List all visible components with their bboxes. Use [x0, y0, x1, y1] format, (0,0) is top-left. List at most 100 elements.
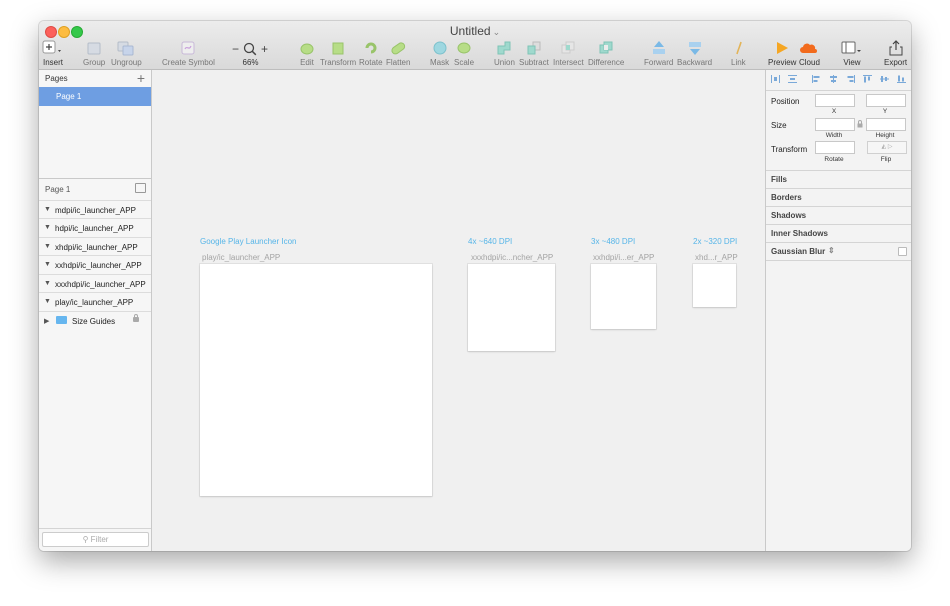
align-middle-icon[interactable] — [880, 75, 889, 83]
gaussian-blur-section[interactable]: Gaussian Blur ⇕ — [766, 242, 911, 261]
create-symbol-button[interactable]: Create Symbol — [162, 38, 215, 67]
artboard-subtitle: xxxhdpi/ic...ncher_APP — [471, 253, 554, 262]
app-window: Untitled ⌄ Insert Group Ungroup Create Sy… — [39, 21, 911, 551]
ungroup-button[interactable]: Ungroup — [111, 38, 142, 67]
distribute-vertical-icon[interactable] — [788, 75, 797, 83]
flatten-label: Flatten — [386, 58, 411, 67]
height-field[interactable] — [866, 118, 906, 131]
inspector-panel: Position X Y Size Width Height Transform… — [765, 70, 911, 551]
distribute-horizontal-icon[interactable] — [771, 75, 780, 83]
difference-button[interactable]: Difference — [588, 38, 624, 67]
lock-icon[interactable] — [133, 314, 139, 322]
borders-section[interactable]: Borders — [766, 188, 911, 206]
disclosure-closed-icon[interactable]: ▶ — [44, 317, 49, 325]
chevron-updown-icon[interactable]: ⇕ — [828, 246, 835, 255]
filter-placeholder: Filter — [90, 535, 109, 544]
zoom-out-button[interactable]: − — [232, 42, 239, 56]
gaussian-blur-checkbox[interactable] — [898, 247, 907, 256]
x-field[interactable] — [815, 94, 855, 107]
share-icon — [889, 40, 903, 56]
filter-bar: ⚲ Filter — [39, 528, 151, 551]
collapse-layers-icon[interactable] — [135, 183, 146, 193]
alignment-bar — [766, 70, 911, 91]
artboard-title[interactable]: 3x ~480 DPI — [591, 237, 635, 246]
flatten-button[interactable]: Flatten — [386, 38, 410, 67]
artboard-title[interactable]: 4x ~640 DPI — [468, 237, 512, 246]
artboard[interactable] — [200, 264, 432, 496]
filter-input[interactable]: ⚲ Filter — [42, 532, 149, 547]
canvas[interactable]: Google Play Launcher Icon play/ic_launch… — [152, 70, 765, 551]
shadows-section[interactable]: Shadows — [766, 206, 911, 224]
y-field[interactable] — [866, 94, 906, 107]
cloud-icon — [800, 43, 818, 53]
disclosure-open-icon[interactable]: ▼ — [44, 243, 51, 250]
disclosure-open-icon[interactable]: ▼ — [44, 261, 51, 268]
align-bottom-icon[interactable] — [897, 75, 906, 83]
transform-button[interactable]: Transform — [320, 38, 356, 67]
layer-label: play/ic_launcher_APP — [55, 298, 134, 307]
view-button[interactable]: View — [841, 38, 863, 67]
disclosure-open-icon[interactable]: ▼ — [44, 206, 51, 213]
ungroup-icon — [117, 41, 134, 56]
disclosure-open-icon[interactable]: ▼ — [44, 280, 51, 287]
pages-header[interactable]: Pages — [45, 74, 68, 83]
scale-button[interactable]: Scale — [454, 38, 474, 67]
inner-shadows-label: Inner Shadows — [771, 229, 828, 238]
rotate-button[interactable]: Rotate — [359, 38, 383, 67]
layer-row[interactable]: ▼ mdpi/ic_launcher_APP — [39, 200, 151, 219]
inner-shadows-section[interactable]: Inner Shadows — [766, 224, 911, 242]
group-button[interactable]: Group — [83, 38, 105, 67]
fills-section[interactable]: Fills — [766, 170, 911, 188]
export-button[interactable]: Export — [884, 38, 907, 67]
backward-button[interactable]: Backward — [677, 38, 712, 67]
insert-button[interactable]: Insert — [42, 38, 64, 67]
align-left-icon[interactable] — [812, 75, 821, 83]
layer-row-folder[interactable]: ▶ Size Guides — [39, 311, 151, 330]
flip-control[interactable]: ◭ ▷ — [867, 141, 907, 154]
rotate-field[interactable] — [815, 141, 855, 154]
layer-row[interactable]: ▼ play/ic_launcher_APP — [39, 292, 151, 311]
artboard[interactable] — [591, 264, 656, 329]
fills-label: Fills — [771, 175, 788, 184]
edit-button[interactable]: Edit — [299, 38, 315, 67]
zoom-control: − + 66% — [232, 38, 268, 67]
edit-label: Edit — [300, 58, 314, 67]
artboard[interactable] — [468, 264, 555, 351]
transform-label: Transform — [320, 58, 357, 67]
disclosure-open-icon[interactable]: ▼ — [44, 298, 51, 305]
subtract-label: Subtract — [519, 58, 549, 67]
constrain-proportions-lock-icon[interactable] — [857, 120, 863, 128]
page-item-label: Page 1 — [56, 92, 82, 101]
align-right-icon[interactable] — [846, 75, 855, 83]
mask-icon — [433, 41, 447, 55]
document-title[interactable]: Untitled ⌄ — [39, 24, 911, 38]
artboard-title[interactable]: 2x ~320 DPI — [693, 237, 737, 246]
preview-button[interactable]: Preview — [768, 38, 796, 67]
subtract-button[interactable]: Subtract — [519, 38, 549, 67]
layer-row[interactable]: ▼ hdpi/ic_launcher_APP — [39, 218, 151, 237]
union-button[interactable]: Union — [494, 38, 515, 67]
layer-row[interactable]: ▼ xxxhdpi/ic_launcher_APP — [39, 274, 151, 293]
align-top-icon[interactable] — [863, 75, 872, 83]
layer-row[interactable]: ▼ xxhdpi/ic_launcher_APP — [39, 255, 151, 274]
intersect-button[interactable]: Intersect — [553, 38, 584, 67]
borders-label: Borders — [771, 193, 802, 202]
cloud-button[interactable]: Cloud — [799, 38, 820, 67]
page-item[interactable]: Page 1 — [39, 87, 151, 106]
width-field[interactable] — [815, 118, 855, 131]
artboard[interactable] — [693, 264, 736, 307]
layer-row[interactable]: ▼ xhdpi/ic_launcher_APP — [39, 237, 151, 256]
magnifier-icon — [243, 42, 257, 56]
toolbar: Untitled ⌄ Insert Group Ungroup Create Sy… — [39, 21, 911, 70]
mask-button[interactable]: Mask — [430, 38, 449, 67]
add-page-button[interactable]: + — [137, 70, 145, 86]
send-backward-icon — [688, 42, 701, 55]
position-label: Position — [771, 97, 800, 106]
link-button[interactable]: Link — [731, 38, 746, 67]
zoom-in-button[interactable]: + — [261, 42, 268, 56]
forward-button[interactable]: Forward — [644, 38, 673, 67]
align-center-horizontal-icon[interactable] — [829, 75, 838, 83]
artboard-title[interactable]: Google Play Launcher Icon — [200, 237, 297, 246]
pages-divider[interactable] — [39, 178, 151, 179]
disclosure-open-icon[interactable]: ▼ — [44, 224, 51, 231]
